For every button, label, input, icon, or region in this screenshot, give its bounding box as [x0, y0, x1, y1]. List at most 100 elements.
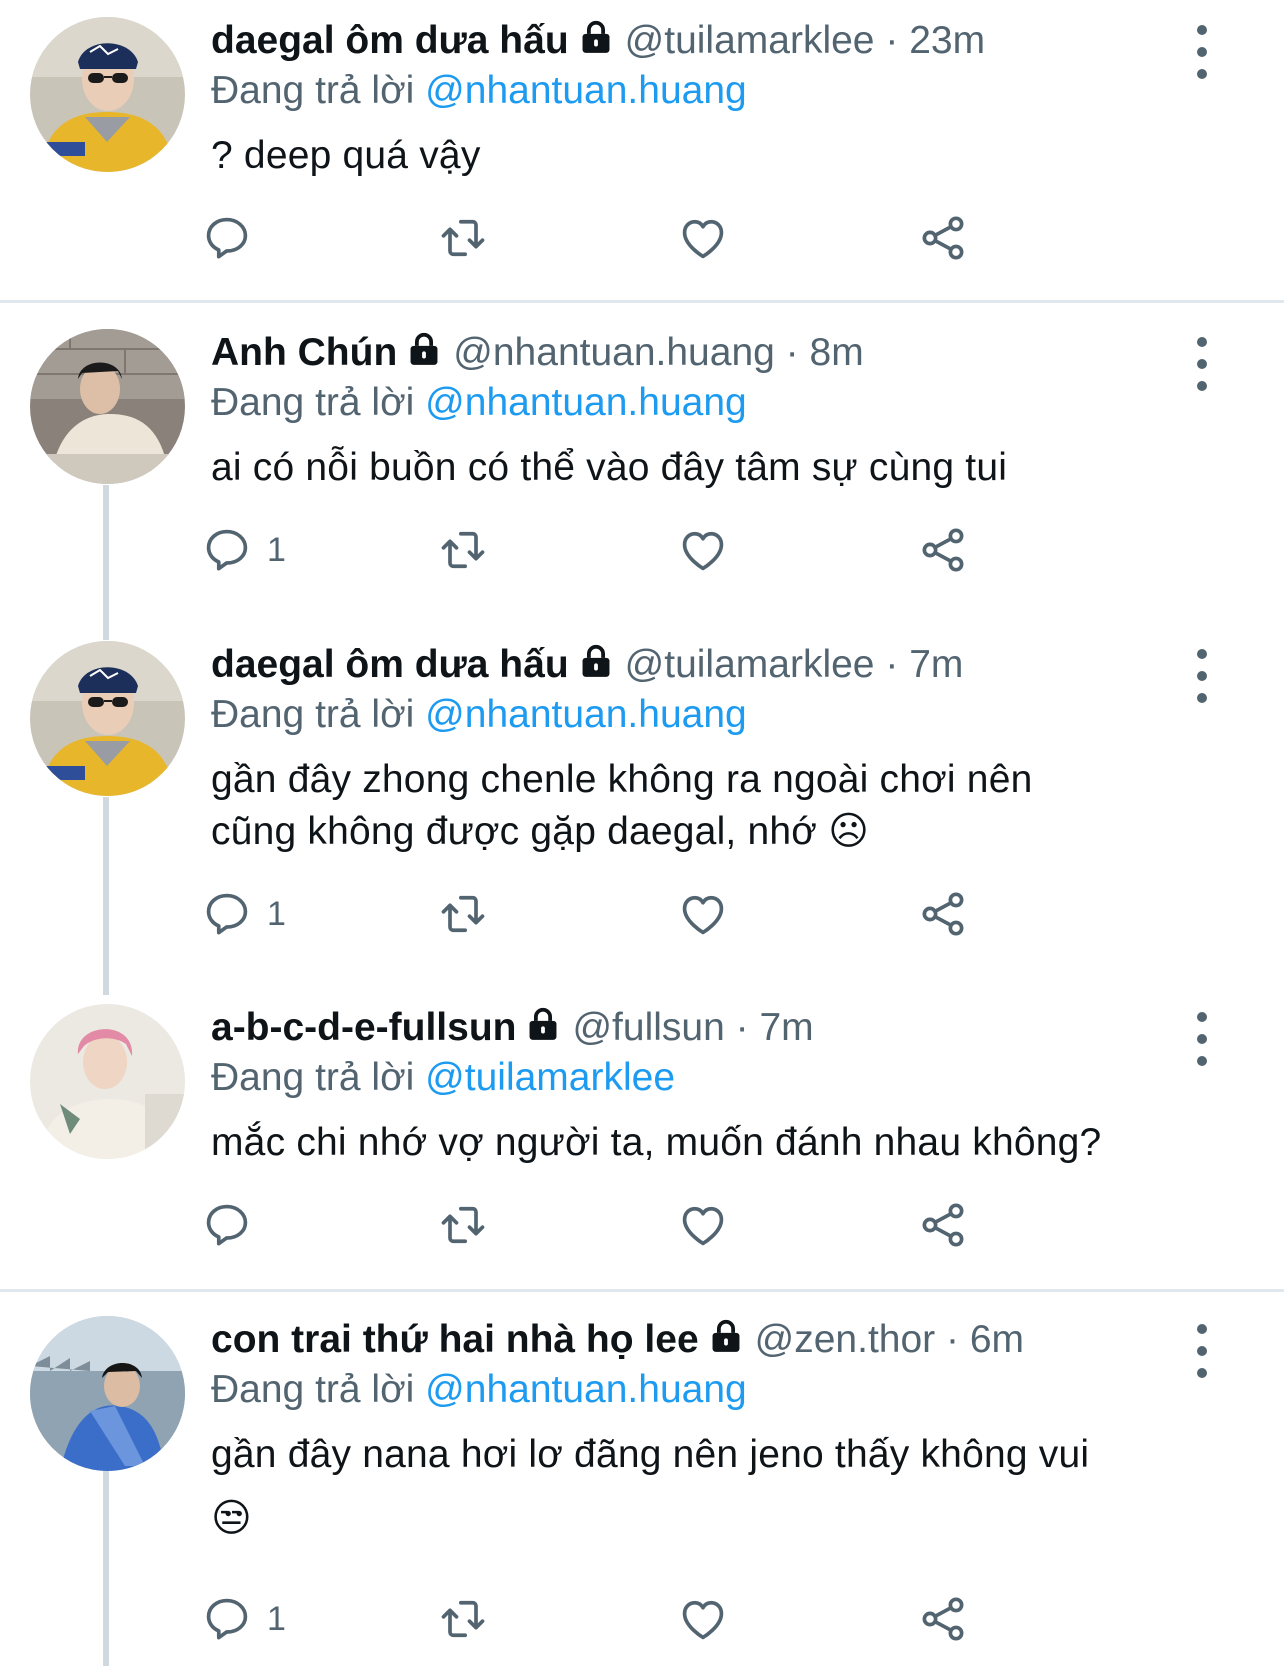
avatar[interactable]: [30, 17, 185, 172]
mention-link[interactable]: @tuilamarklee: [425, 1056, 675, 1099]
username[interactable]: @zen.thor: [755, 1318, 936, 1361]
display-name[interactable]: con trai thứ hai nhà họ lee: [211, 1318, 699, 1361]
reply-button[interactable]: [201, 208, 267, 268]
lock-icon: [577, 18, 615, 56]
like-button[interactable]: [677, 1195, 729, 1255]
reply-count: 1: [267, 1599, 286, 1638]
reply-button[interactable]: 1: [201, 520, 286, 580]
replying-to-label: Đang trả lời: [211, 69, 415, 112]
tweet-text: ai có nỗi buồn có thể vào đây tâm sự cùn…: [211, 446, 1008, 489]
divider: [0, 1289, 1284, 1292]
avatar-image: [30, 641, 185, 796]
heart-icon: [677, 1199, 729, 1251]
share-button[interactable]: [917, 208, 969, 268]
retweet-button[interactable]: [437, 1195, 489, 1255]
replying-to-label: Đang trả lời: [211, 381, 415, 424]
avatar[interactable]: [30, 1004, 185, 1159]
share-button[interactable]: [917, 1589, 969, 1649]
mention-link[interactable]: @nhantuan.huang: [425, 69, 747, 112]
mention-link[interactable]: @nhantuan.huang: [425, 1368, 747, 1411]
lock-icon: [577, 642, 615, 680]
timestamp[interactable]: 23m: [909, 19, 985, 62]
more-options-icon[interactable]: [1192, 334, 1212, 394]
avatar[interactable]: [30, 1316, 185, 1471]
action-bar: 1: [211, 520, 1071, 580]
timestamp[interactable]: 6m: [970, 1318, 1024, 1361]
username[interactable]: @fullsun: [572, 1006, 724, 1049]
avatar[interactable]: [30, 641, 185, 796]
more-options-icon[interactable]: [1192, 1321, 1212, 1381]
tweet-header: Anh Chún @nhantuan.huang · 8m: [211, 328, 864, 378]
retweet-button[interactable]: [437, 1589, 489, 1649]
reply-icon: [201, 1199, 253, 1251]
reply-button[interactable]: [201, 1195, 267, 1255]
divider: [0, 300, 1284, 303]
display-name[interactable]: daegal ôm dưa hấu: [211, 643, 569, 686]
more-options-icon[interactable]: [1192, 1009, 1212, 1069]
share-button[interactable]: [917, 884, 969, 944]
tweet-header: a-b-c-d-e-fullsun @fullsun · 7m: [211, 1003, 814, 1053]
separator-dot: ·: [785, 331, 799, 374]
heart-icon: [677, 1593, 729, 1645]
like-button[interactable]: [677, 884, 729, 944]
retweet-icon: [437, 1593, 489, 1645]
retweet-button[interactable]: [437, 884, 489, 944]
share-icon: [917, 888, 969, 940]
tweet-text: ? deep quá vậy: [211, 134, 481, 177]
share-button[interactable]: [917, 520, 969, 580]
tweet[interactable]: a-b-c-d-e-fullsun @fullsun · 7m Đang trả …: [0, 987, 1284, 1277]
display-name[interactable]: Anh Chún: [211, 331, 397, 374]
replying-to-label: Đang trả lời: [211, 1056, 415, 1099]
replying-to-label: Đang trả lời: [211, 1368, 415, 1411]
timestamp[interactable]: 7m: [759, 1006, 813, 1049]
mention-link[interactable]: @nhantuan.huang: [425, 693, 747, 736]
username[interactable]: @tuilamarklee: [625, 19, 875, 62]
share-icon: [917, 1593, 969, 1645]
tweet[interactable]: Anh Chún @nhantuan.huang · 8m Đang trả lờ…: [0, 312, 1284, 612]
tweet-text: gần đây nana hơi lơ đãng nên jeno thấy k…: [211, 1429, 1211, 1545]
timestamp[interactable]: 8m: [810, 331, 864, 374]
replying-to: Đang trả lời @tuilamarklee: [211, 1053, 675, 1103]
mention-link[interactable]: @nhantuan.huang: [425, 381, 747, 424]
retweet-icon: [437, 888, 489, 940]
tweet[interactable]: daegal ôm dưa hấu @tuilamarklee · 7m Đang…: [0, 624, 1284, 984]
share-button[interactable]: [917, 1195, 969, 1255]
replying-to: Đang trả lời @nhantuan.huang: [211, 690, 747, 740]
action-bar: [211, 1195, 1071, 1255]
display-name[interactable]: daegal ôm dưa hấu: [211, 19, 569, 62]
username[interactable]: @tuilamarklee: [625, 643, 875, 686]
timestamp[interactable]: 7m: [909, 643, 963, 686]
more-options-icon[interactable]: [1192, 22, 1212, 82]
tweet[interactable]: con trai thứ hai nhà họ lee @zen.thor · 6…: [0, 1299, 1284, 1666]
avatar-image: [30, 1316, 185, 1471]
share-icon: [917, 212, 969, 264]
reply-button[interactable]: 1: [201, 884, 286, 944]
heart-icon: [677, 524, 729, 576]
like-button[interactable]: [677, 1589, 729, 1649]
tweet-header: daegal ôm dưa hấu @tuilamarklee · 23m: [211, 16, 985, 66]
reply-icon: [201, 888, 253, 940]
separator-dot: ·: [946, 1318, 959, 1361]
heart-icon: [677, 212, 729, 264]
tweet[interactable]: daegal ôm dưa hấu @tuilamarklee · 23m Đan…: [0, 0, 1284, 284]
retweet-button[interactable]: [437, 520, 489, 580]
reply-icon: [201, 212, 253, 264]
reply-icon: [201, 524, 253, 576]
like-button[interactable]: [677, 208, 729, 268]
reply-button[interactable]: 1: [201, 1589, 286, 1649]
separator-dot: ·: [885, 19, 899, 62]
retweet-icon: [437, 212, 489, 264]
username[interactable]: @nhantuan.huang: [453, 331, 775, 374]
display-name[interactable]: a-b-c-d-e-fullsun: [211, 1006, 516, 1049]
replying-to-label: Đang trả lời: [211, 693, 415, 736]
tweet-text: mắc chi nhớ vợ người ta, muốn đánh nhau …: [211, 1121, 1102, 1164]
tweet-text: gần đây zhong chenle không ra ngoài chơi…: [211, 754, 1211, 858]
replying-to: Đang trả lời @nhantuan.huang: [211, 378, 747, 428]
separator-dot: ·: [885, 643, 899, 686]
avatar[interactable]: [30, 329, 185, 484]
retweet-button[interactable]: [437, 208, 489, 268]
more-options-icon[interactable]: [1192, 646, 1212, 706]
like-button[interactable]: [677, 520, 729, 580]
reply-count: 1: [267, 894, 286, 933]
lock-icon: [405, 330, 443, 368]
